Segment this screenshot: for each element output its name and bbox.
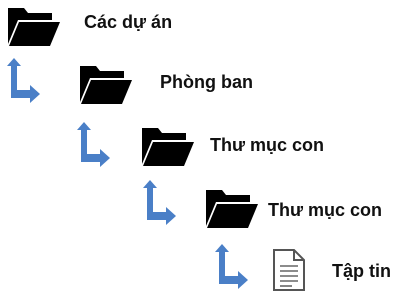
tree-item-label: Các dự án [84, 12, 173, 32]
folder-icon [206, 190, 258, 228]
document-icon [273, 249, 305, 291]
folder-icon [80, 66, 132, 104]
tree-item-label: Tập tin [332, 261, 391, 281]
folder-icon [142, 128, 194, 166]
turn-right-arrow-icon [7, 58, 40, 103]
tree-item-label: Phòng ban [160, 72, 253, 92]
turn-right-arrow-icon [77, 122, 110, 167]
turn-right-arrow-icon [143, 180, 176, 225]
tree-item-label: Thư mục con [210, 135, 325, 155]
tree-item-label: Thư mục con [268, 200, 383, 220]
turn-right-arrow-icon [215, 244, 248, 289]
folder-icon [8, 8, 60, 46]
